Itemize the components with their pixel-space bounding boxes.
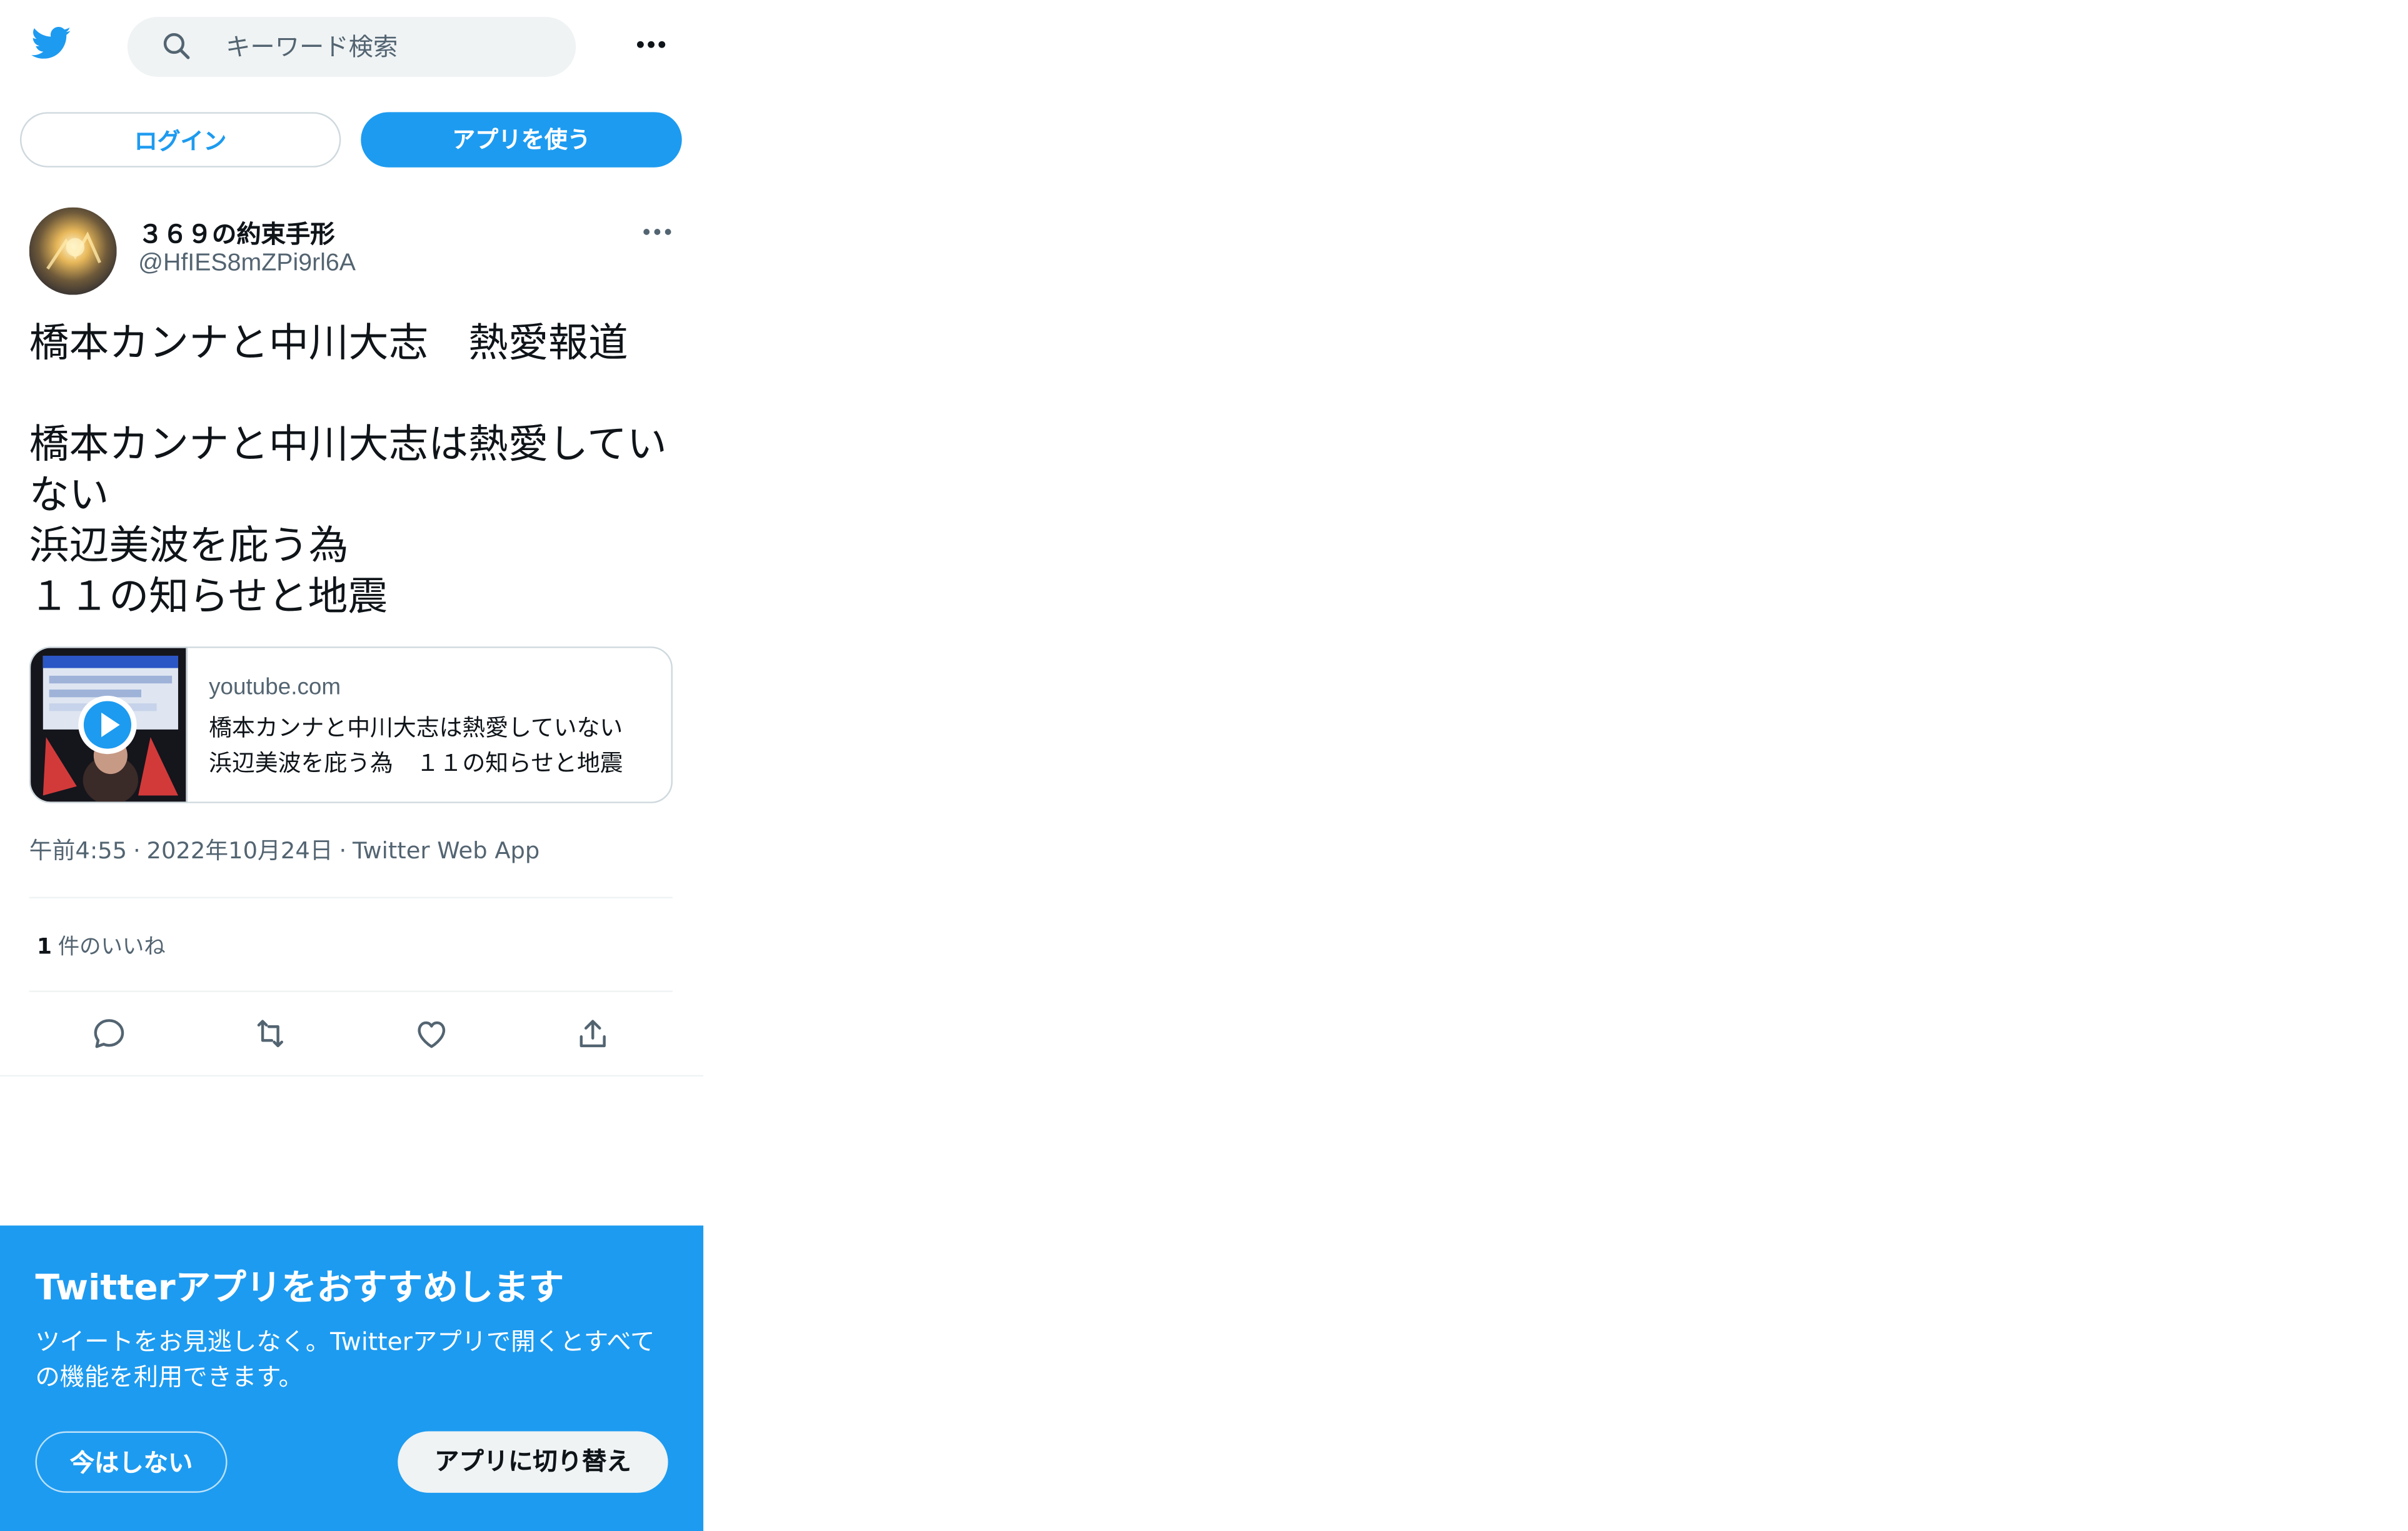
- like-count-number: 1: [36, 935, 52, 960]
- tweet-time[interactable]: 午前4:55: [29, 837, 127, 865]
- divider: [29, 896, 673, 899]
- search-bar[interactable]: [127, 17, 576, 77]
- banner-description: ツイートをお見逃しなく。Twitterアプリで開くとすべての機能を利用できます。: [35, 1327, 655, 1392]
- like-count-label: 件のいいね: [58, 935, 166, 960]
- author-handle[interactable]: @HfIES8mZPi9rl6A: [138, 250, 356, 278]
- mobile-page: ログイン アプリを使う ３６９の約束手形 @HfIES8mZPi9rl6A 橋本…: [0, 0, 704, 1531]
- card-title: 橋本カンナと中川大志は熱愛していない 浜辺美波を庇う為 １１の知らせと地震: [209, 714, 646, 778]
- tweet-date[interactable]: 2022年10月24日: [147, 837, 333, 865]
- meta-separator: ·: [133, 836, 141, 865]
- video-thumbnail[interactable]: [31, 648, 188, 802]
- card-domain: youtube.com: [209, 674, 341, 701]
- search-icon: [161, 31, 192, 61]
- divider: [29, 990, 673, 992]
- not-now-button[interactable]: 今はしない: [35, 1431, 228, 1493]
- like-count[interactable]: 1 件のいいね: [37, 931, 166, 961]
- search-input[interactable]: [226, 17, 549, 77]
- like-icon[interactable]: [413, 1015, 450, 1052]
- tweet-meta: 午前4:55 · 2022年10月24日 · Twitter Web App: [29, 834, 540, 866]
- login-button[interactable]: ログイン: [19, 112, 341, 168]
- twitter-bird-icon[interactable]: [29, 23, 74, 63]
- switch-to-app-button[interactable]: アプリに切り替え: [398, 1431, 668, 1493]
- link-card[interactable]: youtube.com 橋本カンナと中川大志は熱愛していない 浜辺美波を庇う為 …: [29, 646, 673, 803]
- avatar[interactable]: [29, 207, 117, 295]
- play-icon[interactable]: [77, 694, 138, 755]
- author-name[interactable]: ３６９の約束手形: [138, 213, 334, 250]
- meta-separator: ·: [339, 836, 347, 865]
- banner-title: Twitterアプリをおすすめします: [35, 1268, 564, 1309]
- divider: [0, 1075, 704, 1077]
- tweet-text: 橋本カンナと中川大志 熱愛報道 橋本カンナと中川大志は熱愛していない 浜辺美波を…: [29, 321, 667, 621]
- more-horizontal-icon[interactable]: [630, 29, 673, 60]
- app-promo-banner: Twitterアプリをおすすめします ツイートをお見逃しなく。Twitterアプ…: [0, 1225, 704, 1531]
- use-app-button[interactable]: アプリを使う: [361, 112, 682, 168]
- reply-icon[interactable]: [91, 1015, 128, 1052]
- share-icon[interactable]: [574, 1015, 611, 1052]
- tweet-source[interactable]: Twitter Web App: [353, 837, 539, 865]
- tweet-more-icon[interactable]: [636, 218, 679, 246]
- retweet-icon[interactable]: [252, 1015, 289, 1052]
